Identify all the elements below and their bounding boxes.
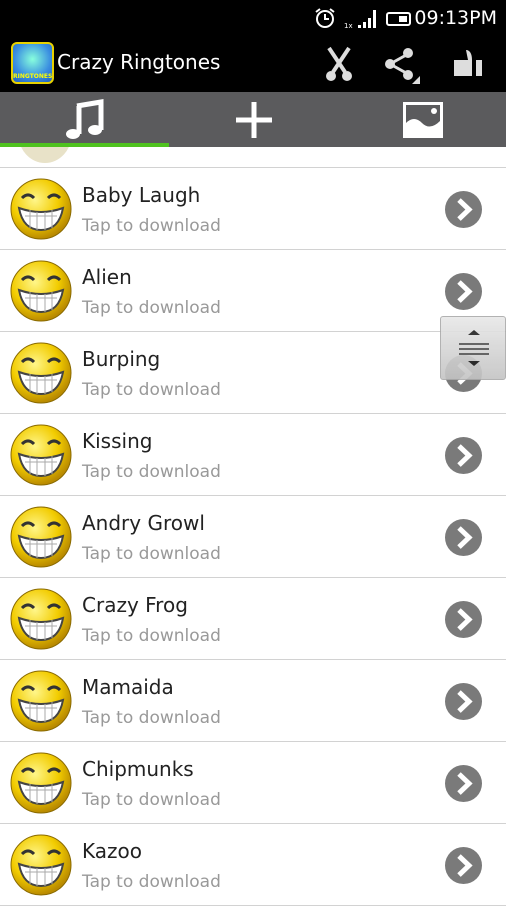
tab-add[interactable] — [169, 92, 338, 147]
fast-scroll-handle[interactable] — [440, 316, 506, 380]
plus-icon — [235, 101, 272, 138]
list-item-partial[interactable] — [0, 147, 506, 168]
smiley-icon — [10, 670, 72, 732]
ringtone-subtitle: Tap to download — [82, 462, 221, 482]
ringtone-name: Alien — [82, 265, 132, 289]
ringtone-subtitle: Tap to download — [82, 298, 221, 318]
list-item[interactable]: Baby Laugh Tap to download — [0, 168, 506, 250]
ringtone-name: Kazoo — [82, 839, 142, 863]
list-item[interactable]: Kazoo Tap to download — [0, 824, 506, 906]
app-title: Crazy Ringtones — [57, 50, 221, 74]
ringtone-name: Mamaida — [82, 675, 174, 699]
smiley-icon — [10, 752, 72, 814]
chevron-right-icon — [457, 690, 473, 713]
ringtone-name: Baby Laugh — [82, 183, 201, 207]
chevron-right-icon — [457, 198, 473, 221]
thumbs-up-icon[interactable] — [448, 44, 488, 84]
list-item[interactable]: Crazy Frog Tap to download — [0, 578, 506, 660]
list-item[interactable]: Alien Tap to download — [0, 250, 506, 332]
tab-wallpapers[interactable] — [338, 92, 506, 147]
ringtone-name: Burping — [82, 347, 161, 371]
download-button[interactable] — [445, 519, 482, 556]
tab-bar — [0, 92, 506, 147]
download-button[interactable] — [445, 847, 482, 884]
ringtone-subtitle: Tap to download — [82, 872, 221, 892]
ringtone-list: Baby Laugh Tap to download Alien Tap to … — [0, 147, 506, 906]
ringtone-subtitle: Tap to download — [82, 380, 221, 400]
status-bar: 1x 09:13PM — [0, 0, 506, 36]
list-item[interactable]: Mamaida Tap to download — [0, 660, 506, 742]
alarm-icon — [315, 8, 335, 28]
ringtone-name: Crazy Frog — [82, 593, 188, 617]
scroll-handle-icon — [459, 330, 489, 366]
action-bar: RINGTONES Crazy Ringtones — [0, 36, 506, 92]
smiley-icon — [10, 834, 72, 896]
smiley-icon — [10, 506, 72, 568]
list-item[interactable]: Kissing Tap to download — [0, 414, 506, 496]
ringtone-subtitle: Tap to download — [82, 544, 221, 564]
app-logo[interactable]: RINGTONES — [11, 42, 54, 84]
smiley-icon — [10, 178, 72, 240]
ringtone-name: Chipmunks — [82, 757, 194, 781]
chevron-right-icon — [457, 608, 473, 631]
image-icon — [402, 101, 443, 138]
download-button[interactable] — [445, 273, 482, 310]
list-item[interactable]: Burping Tap to download — [0, 332, 506, 414]
svg-text:1x: 1x — [344, 22, 353, 30]
ringtone-name: Andry Growl — [82, 511, 205, 535]
tab-ringtones[interactable] — [0, 92, 169, 147]
ringtone-name: Kissing — [82, 429, 153, 453]
smiley-icon — [10, 588, 72, 650]
share-icon[interactable] — [380, 44, 420, 84]
download-button[interactable] — [445, 601, 482, 638]
download-button[interactable] — [445, 765, 482, 802]
chevron-right-icon — [457, 772, 473, 795]
ringtone-subtitle: Tap to download — [82, 626, 221, 646]
ringtone-subtitle: Tap to download — [82, 790, 221, 810]
smiley-icon — [10, 260, 72, 322]
signal-icon: 1x — [344, 10, 376, 30]
scissors-icon[interactable] — [319, 44, 359, 84]
download-button[interactable] — [445, 683, 482, 720]
ringtone-subtitle: Tap to download — [82, 216, 221, 236]
list-item[interactable]: Chipmunks Tap to download — [0, 742, 506, 824]
chevron-right-icon — [457, 444, 473, 467]
clock: 09:13PM — [414, 7, 497, 29]
list-item[interactable]: Andry Growl Tap to download — [0, 496, 506, 578]
chevron-right-icon — [457, 280, 473, 303]
chevron-right-icon — [457, 854, 473, 877]
music-note-icon — [65, 98, 103, 139]
smiley-icon — [10, 424, 72, 486]
chevron-right-icon — [457, 526, 473, 549]
battery-icon — [386, 12, 411, 26]
download-button[interactable] — [445, 191, 482, 228]
smiley-icon — [10, 342, 72, 404]
ringtone-subtitle: Tap to download — [82, 708, 221, 728]
logo-text: RINGTONES — [13, 73, 53, 80]
download-button[interactable] — [445, 437, 482, 474]
